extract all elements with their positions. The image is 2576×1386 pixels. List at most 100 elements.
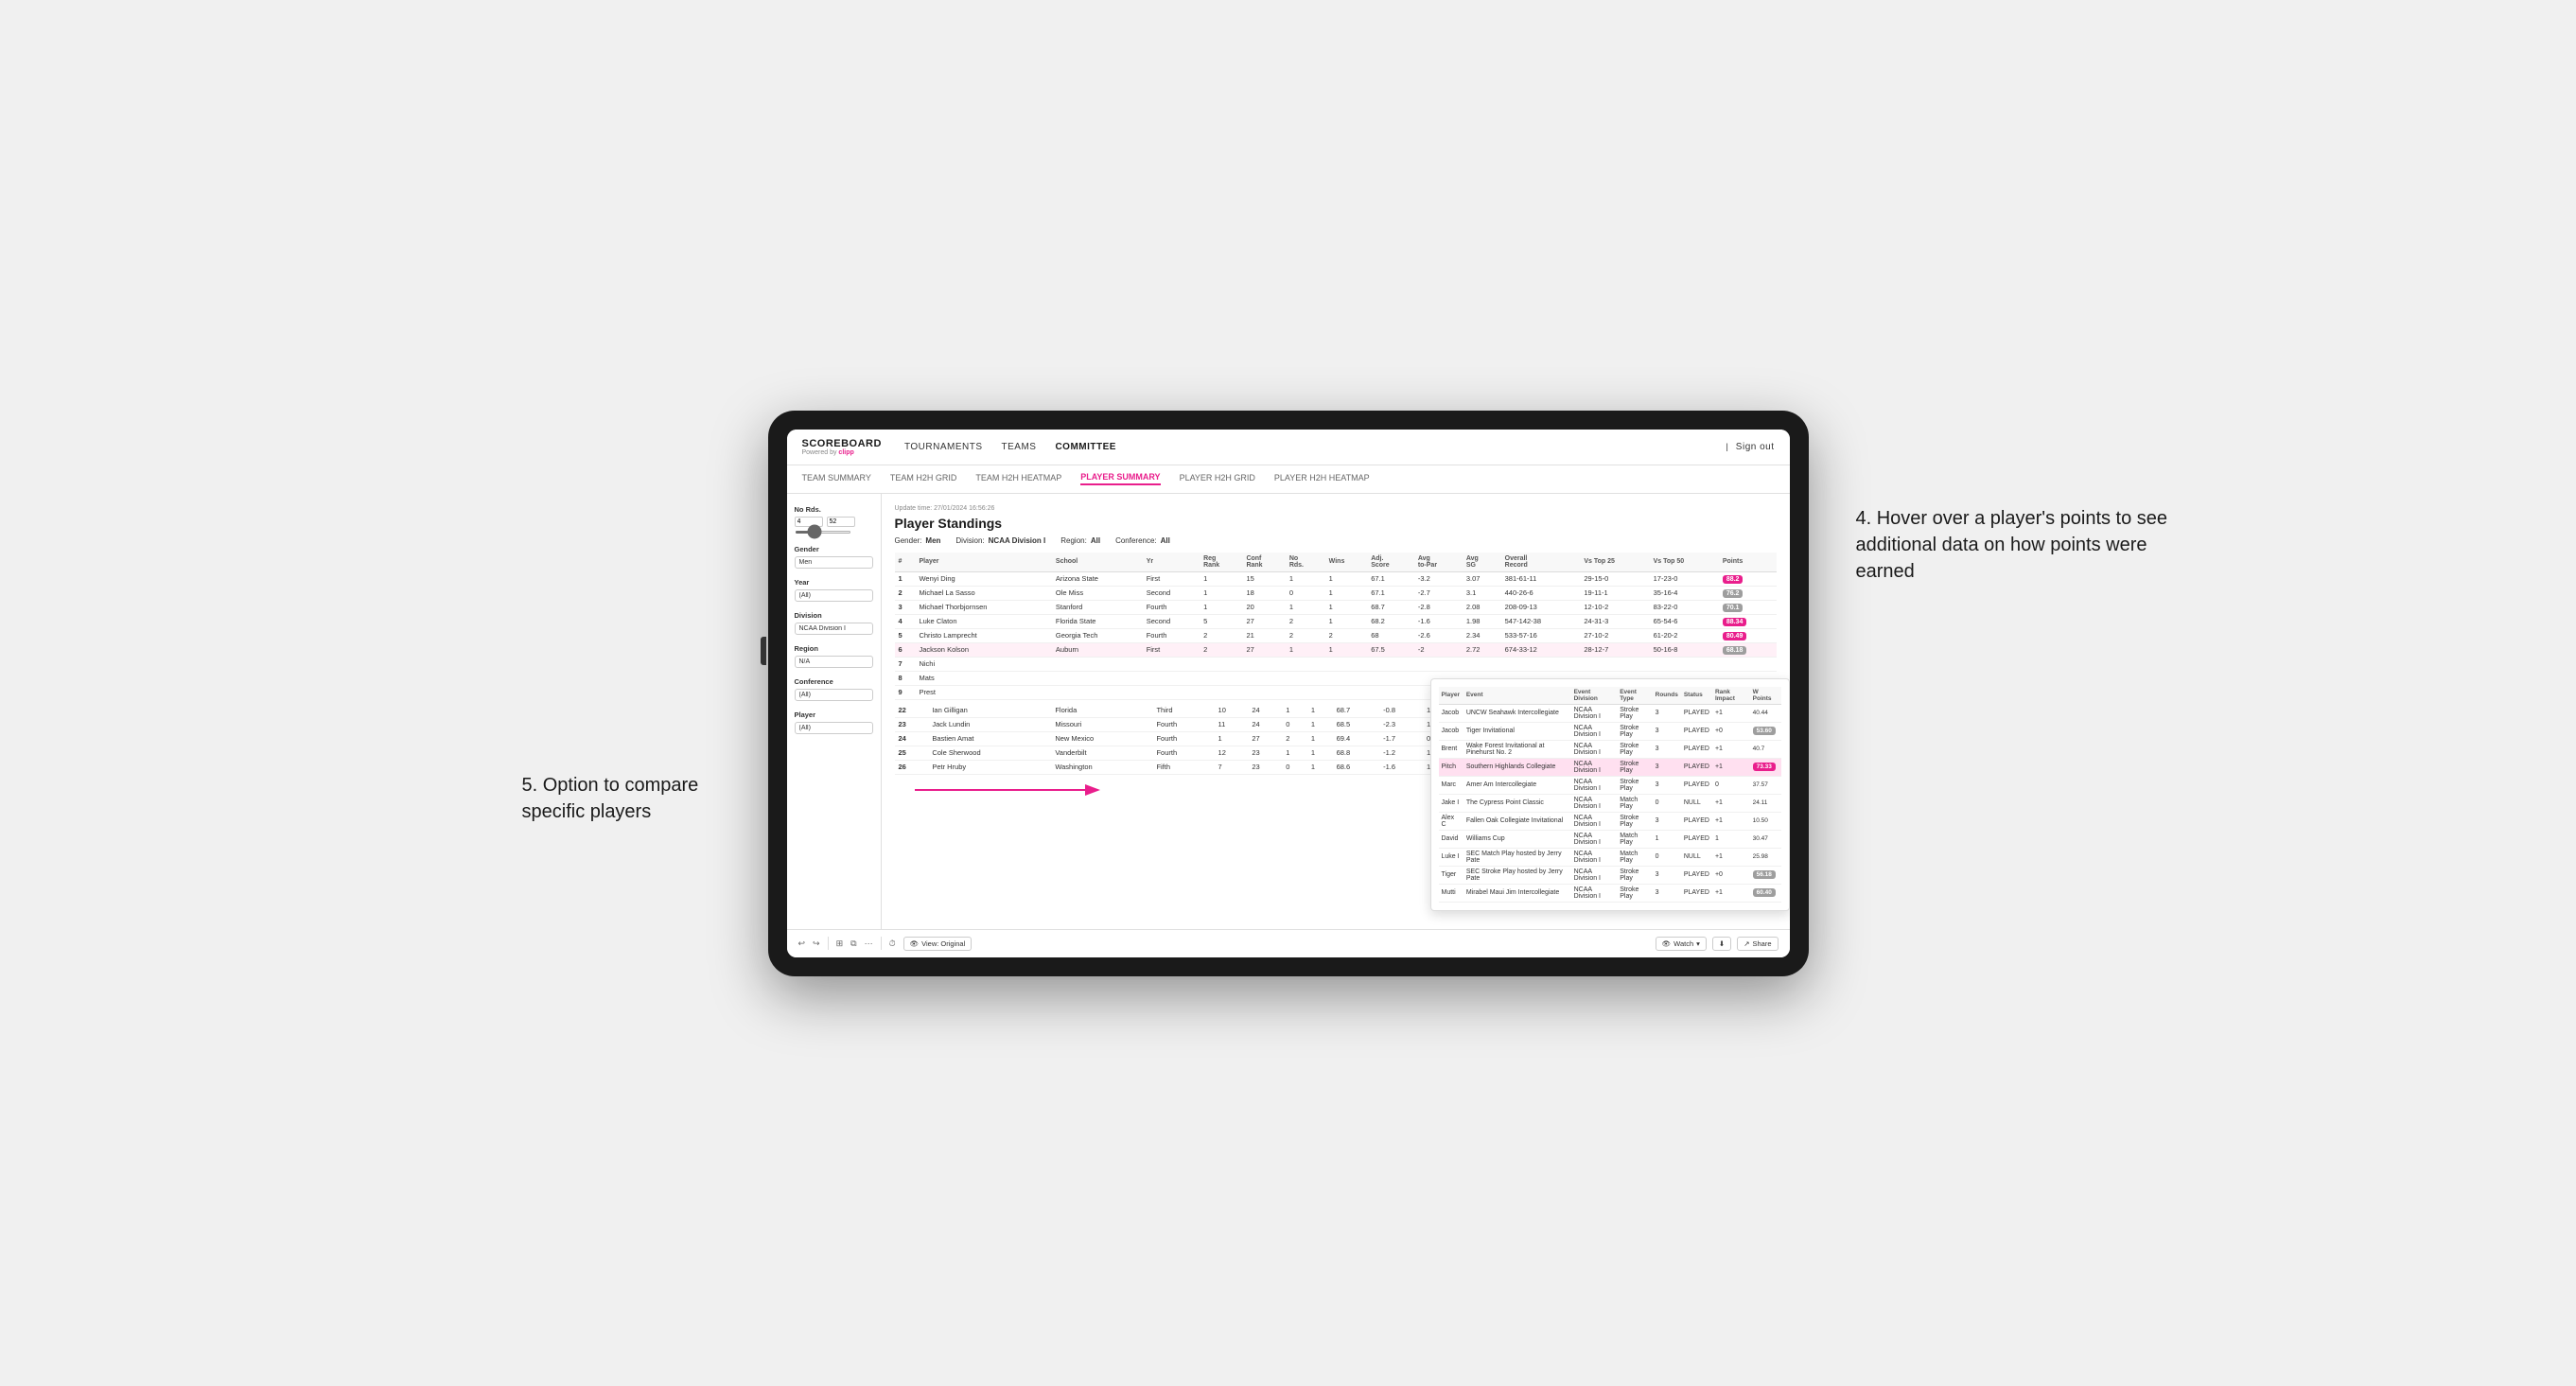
th-wins: Wins	[1325, 553, 1368, 572]
yr-cell: Fourth	[1143, 628, 1200, 642]
tt-player: Jake I	[1439, 794, 1463, 812]
vs50-cell: 35-16-4	[1650, 586, 1719, 600]
grid-icon[interactable]: ⊞	[836, 939, 844, 949]
tooltip-row: Tiger SEC Stroke Play hosted by Jerry Pa…	[1439, 866, 1781, 884]
tab-player-h2h-heatmap[interactable]: PLAYER H2H HEATMAP	[1274, 473, 1370, 484]
conf-rank-cell	[1242, 685, 1285, 699]
points-badge[interactable]: 70.1	[1723, 604, 1744, 612]
school-cell	[1052, 685, 1143, 699]
adj-score-cell: 68.7	[1367, 600, 1414, 614]
player-name: Nichi	[915, 657, 1051, 671]
tab-player-h2h-grid[interactable]: PLAYER H2H GRID	[1180, 473, 1255, 484]
tt-division: NCAA Division I	[1571, 884, 1618, 902]
avg-par-cell: -1.7	[1379, 731, 1423, 746]
filter-region-value: All	[1091, 536, 1100, 545]
tablet-frame: SCOREBOARD Powered by clipp TOURNAMENTS …	[768, 411, 1809, 976]
more-icon[interactable]: ⋯	[865, 939, 873, 949]
tab-player-summary[interactable]: PLAYER SUMMARY	[1080, 472, 1160, 485]
conf-rank-cell: 27	[1242, 642, 1285, 657]
tt-wpoints: 24.11	[1750, 794, 1781, 812]
player-name: Ian Gilligan	[928, 704, 1051, 718]
share-button[interactable]: ↗ Share	[1737, 937, 1778, 951]
reg-rank-cell: 7	[1215, 760, 1249, 774]
tt-rounds: 3	[1653, 740, 1681, 758]
record-cell: 674-33-12	[1501, 642, 1581, 657]
no-rds-slider[interactable]	[795, 531, 851, 534]
sign-out-link[interactable]: Sign out	[1736, 442, 1775, 452]
division-select[interactable]: NCAA Division I	[795, 623, 873, 635]
tooltip-row: David Williams Cup NCAA Division I Match…	[1439, 830, 1781, 848]
tt-wpoints: 37.57	[1750, 776, 1781, 794]
undo-icon[interactable]: ↩	[798, 939, 806, 949]
clock-icon[interactable]: ⏱	[889, 939, 896, 949]
player-select[interactable]: (All)	[795, 722, 873, 734]
avg-par-cell: -1.2	[1379, 746, 1423, 760]
no-rds-cell: 1	[1282, 704, 1307, 718]
vs50-cell: 50-16-8	[1650, 642, 1719, 657]
tooltip-th-player: Player	[1439, 687, 1463, 705]
no-rds-cell: 2	[1286, 614, 1325, 628]
tooltip-th-type: Event Type	[1617, 687, 1652, 705]
year-select[interactable]: (All)	[795, 589, 873, 602]
reg-rank-cell	[1200, 685, 1242, 699]
sidebar-conference: Conference (All)	[795, 677, 873, 701]
sub-nav: TEAM SUMMARY TEAM H2H GRID TEAM H2H HEAT…	[787, 465, 1790, 494]
points-badge[interactable]: 76.2	[1723, 589, 1744, 598]
player-name: Christo Lamprecht	[915, 628, 1051, 642]
tt-event: Amer Am Intercollegiate	[1463, 776, 1571, 794]
rank-cell: 26	[895, 760, 929, 774]
points-badge[interactable]: 68.18	[1723, 646, 1747, 655]
conference-select[interactable]: (All)	[795, 689, 873, 701]
player-name: Cole Sherwood	[928, 746, 1051, 760]
vs25-cell: 28-12-7	[1580, 642, 1649, 657]
th-points: Points	[1719, 553, 1777, 572]
gender-select[interactable]: Men Women	[795, 556, 873, 569]
tt-player: Luke I	[1439, 848, 1463, 866]
tab-team-h2h-grid[interactable]: TEAM H2H GRID	[890, 473, 957, 484]
watch-button[interactable]: 👁 Watch ▾	[1656, 937, 1707, 951]
download-button[interactable]: ⬇	[1712, 937, 1731, 951]
points-badge[interactable]: 80.49	[1723, 632, 1747, 640]
th-avg-sg: AvgSG	[1463, 553, 1501, 572]
region-select[interactable]: N/A	[795, 656, 873, 668]
wins-cell: 1	[1325, 614, 1368, 628]
table-row: 4 Luke Claton Florida State Second 5 27 …	[895, 614, 1777, 628]
points-badge[interactable]: 88.2	[1723, 575, 1744, 584]
tt-player: Mutti	[1439, 884, 1463, 902]
points-badge[interactable]: 88.34	[1723, 618, 1747, 626]
reg-rank-cell: 1	[1215, 731, 1249, 746]
player-name: Jack Lundin	[928, 717, 1051, 731]
school-cell: Washington	[1051, 760, 1152, 774]
redo-icon[interactable]: ↪	[813, 939, 820, 949]
view-original-button[interactable]: 👁 View: Original	[903, 937, 973, 951]
filter-region: Region: All	[1060, 536, 1100, 545]
view-original-label: View: Original	[921, 939, 965, 948]
share-icon: ↗	[1744, 939, 1749, 948]
record-cell: 533-57-16	[1501, 628, 1581, 642]
wins-cell: 1	[1307, 746, 1333, 760]
update-time: Update time: 27/01/2024 16:56:26	[895, 505, 1777, 512]
year-label: Year	[795, 578, 873, 587]
scene: 5. Option to compare specific players 4.…	[768, 411, 1809, 976]
tab-team-summary[interactable]: TEAM SUMMARY	[802, 473, 871, 484]
rank-cell: 25	[895, 746, 929, 760]
nav-committee[interactable]: COMMITTEE	[1055, 442, 1116, 452]
table-area: Update time: 27/01/2024 16:56:26 Player …	[882, 494, 1790, 929]
nav-tournaments[interactable]: TOURNAMENTS	[904, 442, 983, 452]
tab-team-h2h-heatmap[interactable]: TEAM H2H HEATMAP	[975, 473, 1061, 484]
yr-cell: Fifth	[1152, 760, 1214, 774]
yr-cell: Fourth	[1152, 731, 1214, 746]
copy-icon[interactable]: ⧉	[850, 939, 856, 949]
yr-cell: Fourth	[1152, 746, 1214, 760]
tooltip-th-wpoints: W Points	[1750, 687, 1781, 705]
filter-gender: Gender: Men	[895, 536, 941, 545]
vs25-cell: 27-10-2	[1580, 628, 1649, 642]
reg-rank-cell: 2	[1200, 642, 1242, 657]
tooltip-row: Alex C Fallen Oak Collegiate Invitationa…	[1439, 812, 1781, 830]
player-name: Bastien Amat	[928, 731, 1051, 746]
player-name: Petr Hruby	[928, 760, 1051, 774]
avg-par-cell: -3.2	[1414, 571, 1463, 586]
bottom-bar: ↩ ↪ ⊞ ⧉ ⋯ ⏱ 👁 View: Original 👁 Watch ▾	[787, 929, 1790, 957]
nav-teams[interactable]: TEAMS	[1002, 442, 1037, 452]
tt-type: Stroke Play	[1617, 704, 1652, 722]
